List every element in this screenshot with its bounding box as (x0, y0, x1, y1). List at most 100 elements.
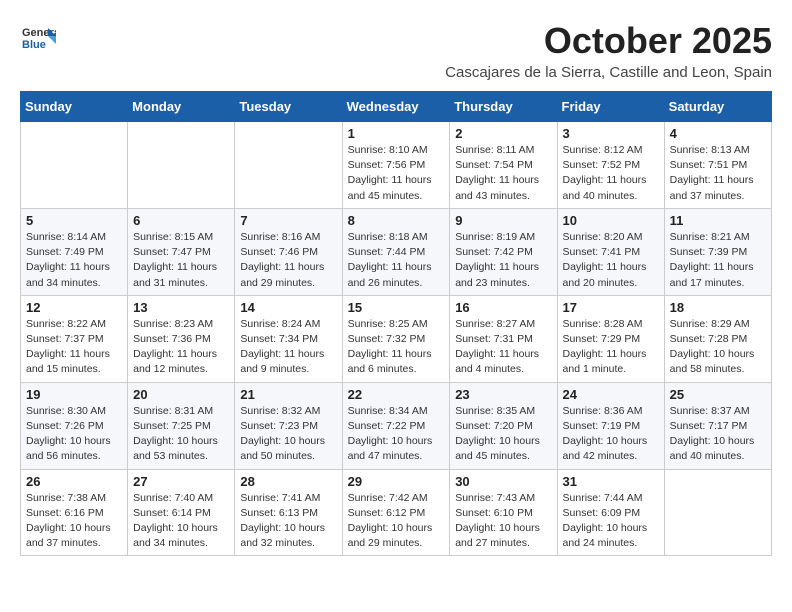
week-row-3: 12Sunrise: 8:22 AM Sunset: 7:37 PM Dayli… (21, 295, 772, 382)
title-block: October 2025 Cascajares de la Sierra, Ca… (445, 20, 772, 81)
day-number: 8 (348, 213, 445, 228)
day-number: 24 (563, 387, 659, 402)
day-number: 28 (240, 474, 336, 489)
day-number: 31 (563, 474, 659, 489)
day-info: Sunrise: 8:28 AM Sunset: 7:29 PM Dayligh… (563, 317, 659, 378)
weekday-header-row: SundayMondayTuesdayWednesdayThursdayFrid… (21, 92, 772, 122)
calendar-cell: 5 Sunrise: 8:14 AM Sunset: 7:49 PM Daylig… (21, 208, 128, 295)
calendar-cell: 2Sunrise: 8:11 AM Sunset: 7:54 PM Daylig… (450, 122, 557, 209)
weekday-header-tuesday: Tuesday (235, 92, 342, 122)
calendar-cell: 19 Sunrise: 8:30 AM Sunset: 7:26 PM Dayli… (21, 382, 128, 469)
weekday-header-saturday: Saturday (664, 92, 771, 122)
calendar-cell: 31 Sunrise: 7:44 AM Sunset: 6:09 PM Dayli… (557, 469, 664, 556)
calendar-cell: 24 Sunrise: 8:36 AM Sunset: 7:19 PM Dayli… (557, 382, 664, 469)
calendar-cell: 6 Sunrise: 8:15 AM Sunset: 7:47 PM Daylig… (128, 208, 235, 295)
day-number: 5 (26, 213, 122, 228)
day-info: Sunrise: 7:44 AM Sunset: 6:09 PM Dayligh… (563, 491, 659, 552)
day-info: Sunrise: 8:27 AM Sunset: 7:31 PM Dayligh… (455, 317, 551, 378)
day-info: Sunrise: 8:19 AM Sunset: 7:42 PM Dayligh… (455, 230, 551, 291)
week-row-2: 5 Sunrise: 8:14 AM Sunset: 7:49 PM Daylig… (21, 208, 772, 295)
page-header: General Blue October 2025 Cascajares de … (20, 20, 772, 81)
day-number: 3 (563, 126, 659, 141)
day-info: Sunrise: 8:22 AM Sunset: 7:37 PM Dayligh… (26, 317, 122, 378)
day-info: Sunrise: 7:42 AM Sunset: 6:12 PM Dayligh… (348, 491, 445, 552)
location: Cascajares de la Sierra, Castille and Le… (445, 64, 772, 81)
calendar-cell: 15Sunrise: 8:25 AM Sunset: 7:32 PM Dayli… (342, 295, 450, 382)
day-info: Sunrise: 8:18 AM Sunset: 7:44 PM Dayligh… (348, 230, 445, 291)
day-number: 1 (348, 126, 445, 141)
calendar-cell: 4Sunrise: 8:13 AM Sunset: 7:51 PM Daylig… (664, 122, 771, 209)
calendar-cell: 10 Sunrise: 8:20 AM Sunset: 7:41 PM Dayli… (557, 208, 664, 295)
day-number: 11 (670, 213, 766, 228)
calendar-cell (21, 122, 128, 209)
day-info: Sunrise: 8:37 AM Sunset: 7:17 PM Dayligh… (670, 404, 766, 465)
calendar-cell: 27 Sunrise: 7:40 AM Sunset: 6:14 PM Dayli… (128, 469, 235, 556)
calendar-cell: 20 Sunrise: 8:31 AM Sunset: 7:25 PM Dayli… (128, 382, 235, 469)
svg-text:Blue: Blue (22, 39, 46, 51)
day-info: Sunrise: 8:25 AM Sunset: 7:32 PM Dayligh… (348, 317, 445, 378)
day-info: Sunrise: 8:20 AM Sunset: 7:41 PM Dayligh… (563, 230, 659, 291)
calendar-cell: 14 Sunrise: 8:24 AM Sunset: 7:34 PM Dayli… (235, 295, 342, 382)
calendar-cell: 25Sunrise: 8:37 AM Sunset: 7:17 PM Dayli… (664, 382, 771, 469)
calendar-cell: 1 Sunrise: 8:10 AM Sunset: 7:56 PM Daylig… (342, 122, 450, 209)
weekday-header-sunday: Sunday (21, 92, 128, 122)
calendar-cell: 9 Sunrise: 8:19 AM Sunset: 7:42 PM Daylig… (450, 208, 557, 295)
calendar-cell: 17 Sunrise: 8:28 AM Sunset: 7:29 PM Dayli… (557, 295, 664, 382)
day-number: 6 (133, 213, 229, 228)
day-number: 13 (133, 300, 229, 315)
calendar-cell (664, 469, 771, 556)
calendar-cell: 8 Sunrise: 8:18 AM Sunset: 7:44 PM Daylig… (342, 208, 450, 295)
day-number: 14 (240, 300, 336, 315)
day-number: 29 (348, 474, 445, 489)
calendar-cell: 16 Sunrise: 8:27 AM Sunset: 7:31 PM Dayli… (450, 295, 557, 382)
weekday-header-thursday: Thursday (450, 92, 557, 122)
weekday-header-monday: Monday (128, 92, 235, 122)
month-title: October 2025 (445, 20, 772, 62)
day-number: 21 (240, 387, 336, 402)
calendar-cell: 29 Sunrise: 7:42 AM Sunset: 6:12 PM Dayli… (342, 469, 450, 556)
calendar-cell: 18Sunrise: 8:29 AM Sunset: 7:28 PM Dayli… (664, 295, 771, 382)
calendar-cell: 23 Sunrise: 8:35 AM Sunset: 7:20 PM Dayli… (450, 382, 557, 469)
calendar-cell: 11 Sunrise: 8:21 AM Sunset: 7:39 PM Dayli… (664, 208, 771, 295)
calendar-cell: 7 Sunrise: 8:16 AM Sunset: 7:46 PM Daylig… (235, 208, 342, 295)
day-info: Sunrise: 8:34 AM Sunset: 7:22 PM Dayligh… (348, 404, 445, 465)
day-info: Sunrise: 8:31 AM Sunset: 7:25 PM Dayligh… (133, 404, 229, 465)
day-number: 16 (455, 300, 551, 315)
day-info: Sunrise: 8:35 AM Sunset: 7:20 PM Dayligh… (455, 404, 551, 465)
day-number: 17 (563, 300, 659, 315)
logo: General Blue (20, 20, 56, 56)
day-number: 9 (455, 213, 551, 228)
day-info: Sunrise: 8:13 AM Sunset: 7:51 PM Dayligh… (670, 143, 766, 204)
day-number: 22 (348, 387, 445, 402)
week-row-1: 1 Sunrise: 8:10 AM Sunset: 7:56 PM Daylig… (21, 122, 772, 209)
day-number: 20 (133, 387, 229, 402)
day-number: 19 (26, 387, 122, 402)
day-info: Sunrise: 8:14 AM Sunset: 7:49 PM Dayligh… (26, 230, 122, 291)
day-number: 23 (455, 387, 551, 402)
day-info: Sunrise: 8:15 AM Sunset: 7:47 PM Dayligh… (133, 230, 229, 291)
day-info: Sunrise: 7:40 AM Sunset: 6:14 PM Dayligh… (133, 491, 229, 552)
day-number: 10 (563, 213, 659, 228)
calendar-cell: 22 Sunrise: 8:34 AM Sunset: 7:22 PM Dayli… (342, 382, 450, 469)
calendar-cell: 3 Sunrise: 8:12 AM Sunset: 7:52 PM Daylig… (557, 122, 664, 209)
day-info: Sunrise: 8:24 AM Sunset: 7:34 PM Dayligh… (240, 317, 336, 378)
day-info: Sunrise: 8:32 AM Sunset: 7:23 PM Dayligh… (240, 404, 336, 465)
day-number: 30 (455, 474, 551, 489)
calendar-cell: 26Sunrise: 7:38 AM Sunset: 6:16 PM Dayli… (21, 469, 128, 556)
day-info: Sunrise: 8:12 AM Sunset: 7:52 PM Dayligh… (563, 143, 659, 204)
day-info: Sunrise: 7:43 AM Sunset: 6:10 PM Dayligh… (455, 491, 551, 552)
calendar-cell: 13Sunrise: 8:23 AM Sunset: 7:36 PM Dayli… (128, 295, 235, 382)
day-info: Sunrise: 7:38 AM Sunset: 6:16 PM Dayligh… (26, 491, 122, 552)
day-info: Sunrise: 7:41 AM Sunset: 6:13 PM Dayligh… (240, 491, 336, 552)
day-number: 7 (240, 213, 336, 228)
day-info: Sunrise: 8:11 AM Sunset: 7:54 PM Dayligh… (455, 143, 551, 204)
day-info: Sunrise: 8:16 AM Sunset: 7:46 PM Dayligh… (240, 230, 336, 291)
calendar-table: SundayMondayTuesdayWednesdayThursdayFrid… (20, 91, 772, 556)
day-info: Sunrise: 8:36 AM Sunset: 7:19 PM Dayligh… (563, 404, 659, 465)
day-number: 27 (133, 474, 229, 489)
day-number: 18 (670, 300, 766, 315)
calendar-cell: 28 Sunrise: 7:41 AM Sunset: 6:13 PM Dayli… (235, 469, 342, 556)
day-info: Sunrise: 8:10 AM Sunset: 7:56 PM Dayligh… (348, 143, 445, 204)
day-info: Sunrise: 8:21 AM Sunset: 7:39 PM Dayligh… (670, 230, 766, 291)
day-info: Sunrise: 8:30 AM Sunset: 7:26 PM Dayligh… (26, 404, 122, 465)
